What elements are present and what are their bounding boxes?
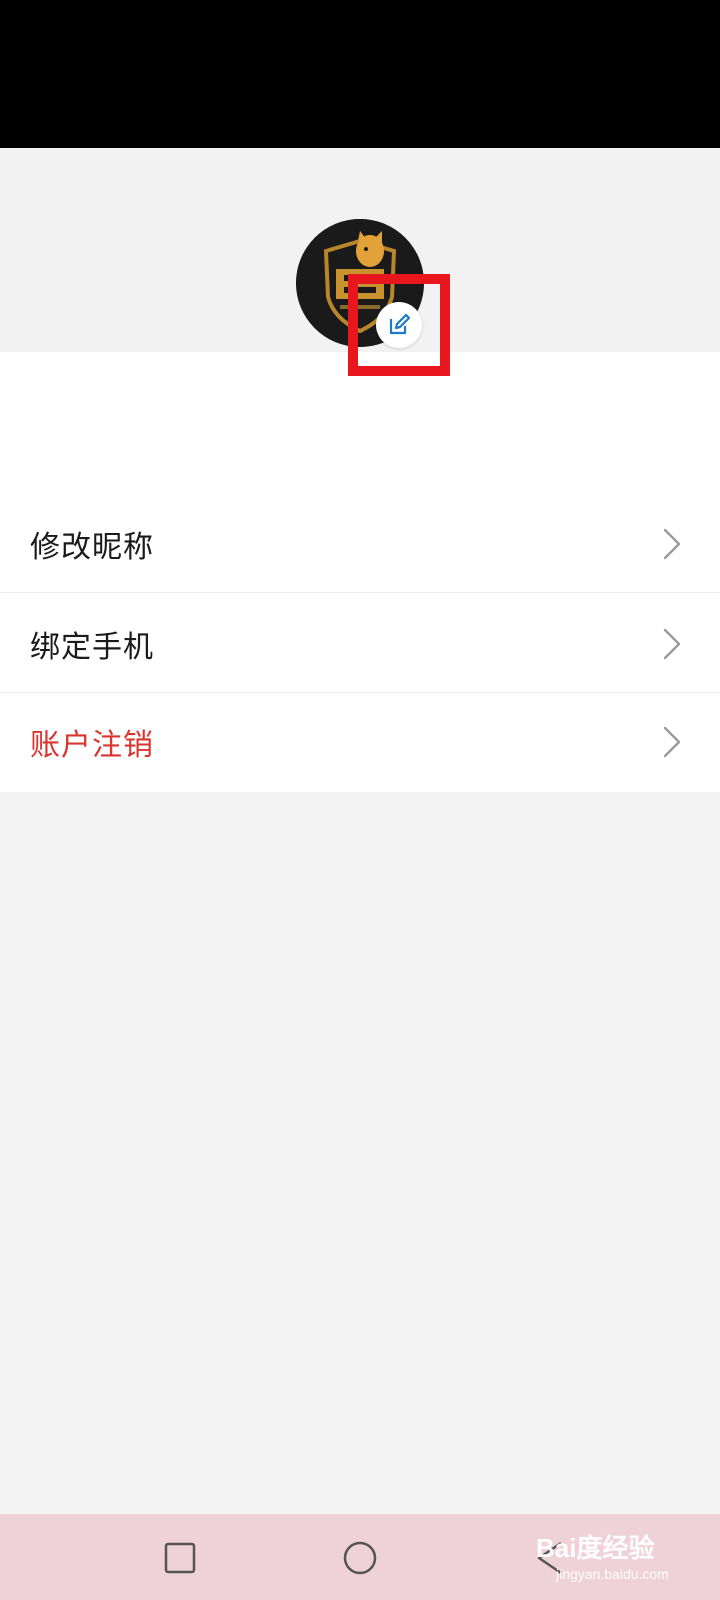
menu-item-bind-phone[interactable]: 绑定手机 — [0, 596, 720, 692]
triangle-back-icon — [537, 1541, 562, 1575]
edit-icon — [389, 313, 411, 335]
chevron-right-icon — [663, 726, 681, 758]
chevron-right-icon — [663, 528, 681, 560]
divider — [0, 592, 720, 593]
recent-apps-button[interactable] — [150, 1528, 210, 1588]
square-icon — [164, 1542, 196, 1574]
menu-item-label: 账户注销 — [30, 728, 154, 763]
back-button[interactable] — [520, 1528, 580, 1588]
home-button[interactable] — [330, 1528, 390, 1588]
chevron-right-icon — [663, 628, 681, 660]
menu-item-edit-nickname[interactable]: 修改昵称 — [0, 496, 720, 592]
menu-item-delete-account[interactable]: 账户注销 — [0, 694, 720, 790]
status-bar — [0, 0, 720, 148]
menu-item-label: 修改昵称 — [30, 530, 154, 565]
menu-item-label: 绑定手机 — [30, 630, 154, 665]
circle-icon — [343, 1541, 377, 1575]
divider — [0, 692, 720, 693]
system-nav-bar — [0, 1514, 720, 1600]
edit-avatar-button[interactable] — [376, 302, 422, 348]
